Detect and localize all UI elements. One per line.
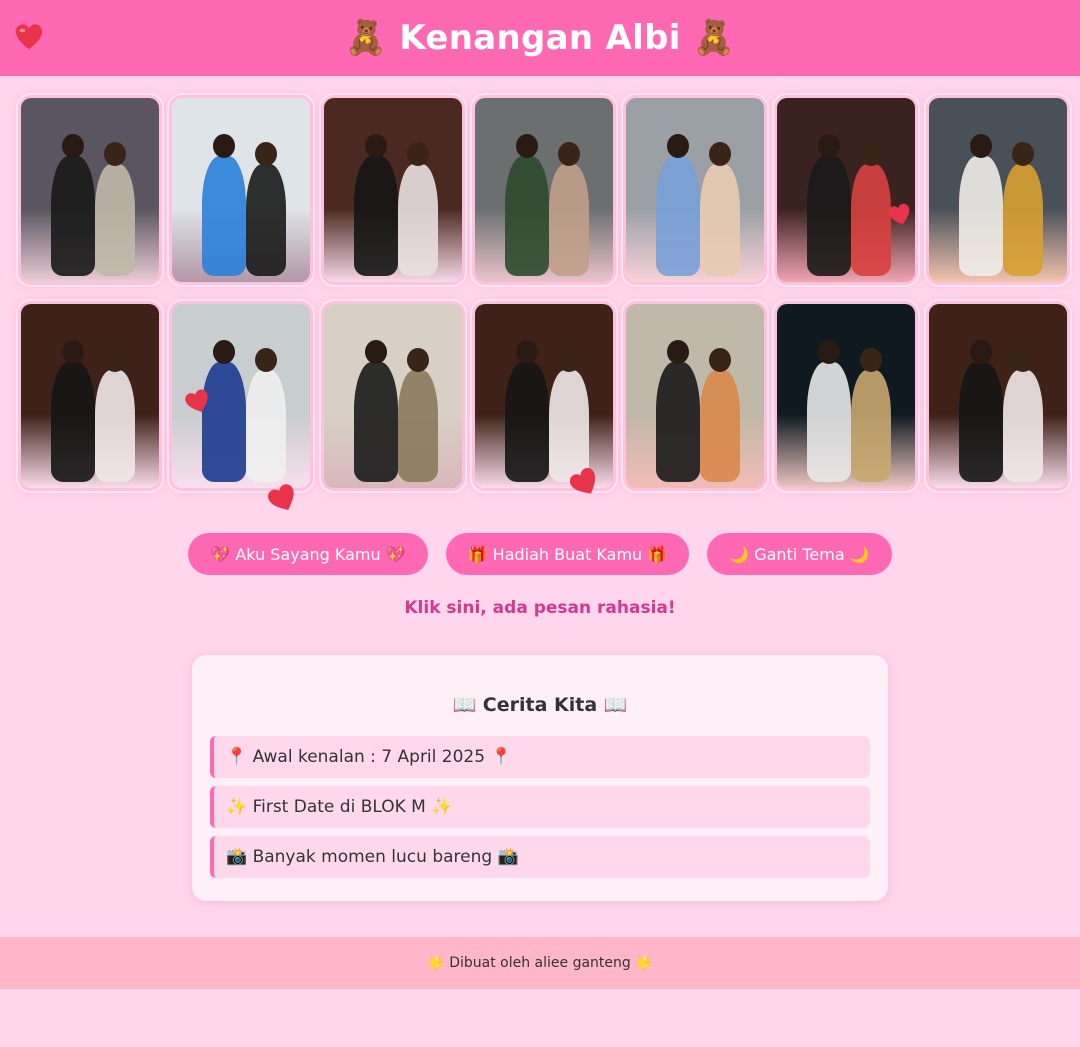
photo-figure-head bbox=[406, 348, 429, 372]
footer-text: 🌟 Dibuat oleh aliee ganteng 🌟 bbox=[427, 955, 653, 971]
photo-figure-head bbox=[667, 340, 690, 364]
photo-figure-head bbox=[364, 340, 387, 364]
photo-figure-head bbox=[557, 348, 580, 372]
photo-figure-head bbox=[515, 340, 538, 364]
gallery-photo[interactable] bbox=[172, 98, 311, 282]
floating-heart-icon bbox=[888, 203, 910, 225]
photo-figure bbox=[95, 164, 135, 276]
photo-figure-head bbox=[969, 340, 992, 364]
photo-figure bbox=[246, 370, 287, 482]
photo-figure bbox=[700, 370, 741, 482]
photo-figure-head bbox=[62, 134, 84, 158]
love-button[interactable]: 💖 Aku Sayang Kamu 💖 bbox=[188, 533, 428, 575]
photo-figure-head bbox=[62, 340, 84, 364]
action-buttons: 💖 Aku Sayang Kamu 💖 🎁 Hadiah Buat Kamu 🎁… bbox=[0, 533, 1080, 575]
gallery-photo[interactable] bbox=[323, 98, 462, 282]
theme-toggle-button[interactable]: 🌙 Ganti Tema 🌙 bbox=[707, 533, 892, 575]
photo-figure-head bbox=[255, 142, 278, 166]
photo-figure bbox=[202, 362, 247, 482]
photo-figure bbox=[656, 156, 701, 276]
photo-figure-head bbox=[213, 340, 236, 364]
photo-figure bbox=[958, 362, 1003, 482]
photo-gallery bbox=[21, 98, 1067, 488]
header-bar: 🧸 Kenangan Albi 🧸 bbox=[0, 0, 1080, 76]
story-title: 📖 Cerita Kita 📖 bbox=[452, 694, 628, 716]
photo-figure-head bbox=[860, 142, 883, 166]
story-item: 📸 Banyak momen lucu bareng 📸 bbox=[210, 836, 870, 878]
photo-figure bbox=[504, 362, 549, 482]
photo-figure-head bbox=[406, 142, 429, 166]
photo-figure bbox=[397, 164, 438, 276]
gallery-photo[interactable] bbox=[777, 304, 916, 488]
floating-heart-icon bbox=[268, 484, 294, 511]
gallery-photo[interactable] bbox=[928, 98, 1067, 282]
photo-figure-head bbox=[104, 142, 126, 166]
photo-figure bbox=[353, 362, 398, 482]
photo-figure-head bbox=[1011, 142, 1034, 166]
photo-figure bbox=[700, 164, 741, 276]
floating-heart-icon bbox=[185, 389, 208, 412]
photo-figure bbox=[548, 164, 589, 276]
gallery-photo[interactable] bbox=[474, 98, 613, 282]
story-item: ✨ First Date di BLOK M ✨ bbox=[210, 786, 870, 828]
floating-heart-icon bbox=[570, 468, 596, 494]
photo-figure bbox=[246, 164, 287, 276]
photo-figure-head bbox=[969, 134, 992, 158]
photo-figure-head bbox=[709, 142, 732, 166]
story-item: 📍 Awal kenalan : 7 April 2025 📍 bbox=[210, 736, 870, 778]
photo-figure bbox=[958, 156, 1003, 276]
photo-figure bbox=[51, 362, 95, 482]
page-title: 🧸 Kenangan Albi 🧸 bbox=[344, 18, 736, 58]
gallery-photo[interactable] bbox=[21, 98, 159, 282]
photo-figure-head bbox=[818, 134, 841, 158]
photo-figure-head bbox=[213, 134, 236, 158]
gallery-photo[interactable] bbox=[626, 304, 765, 488]
story-list: 📍 Awal kenalan : 7 April 2025 📍 ✨ First … bbox=[210, 736, 870, 886]
photo-figure bbox=[397, 370, 438, 482]
gallery-photo[interactable] bbox=[474, 304, 613, 488]
footer: 🌟 Dibuat oleh aliee ganteng 🌟 bbox=[0, 937, 1080, 989]
photo-figure bbox=[851, 370, 892, 482]
photo-figure-head bbox=[104, 348, 126, 372]
photo-figure bbox=[1002, 164, 1043, 276]
photo-figure bbox=[95, 370, 135, 482]
photo-figure bbox=[548, 370, 589, 482]
photo-figure-head bbox=[255, 348, 278, 372]
page: 🧸 Kenangan Albi 🧸 💖 Aku Sayang Kamu 💖 🎁 … bbox=[0, 0, 1080, 1047]
photo-figure-head bbox=[557, 142, 580, 166]
gallery-photo[interactable] bbox=[21, 304, 159, 488]
photo-figure bbox=[504, 156, 549, 276]
photo-figure-head bbox=[364, 134, 387, 158]
gallery-photo[interactable] bbox=[323, 304, 462, 488]
secret-message-link[interactable]: Klik sini, ada pesan rahasia! bbox=[0, 598, 1080, 618]
photo-figure-head bbox=[709, 348, 732, 372]
story-card: 📖 Cerita Kita 📖 📍 Awal kenalan : 7 April… bbox=[192, 655, 888, 901]
photo-figure-head bbox=[818, 340, 841, 364]
photo-figure bbox=[202, 156, 247, 276]
photo-figure bbox=[1002, 370, 1043, 482]
gallery-photo[interactable] bbox=[928, 304, 1067, 488]
photo-figure-head bbox=[667, 134, 690, 158]
photo-figure-head bbox=[515, 134, 538, 158]
gallery-photo[interactable] bbox=[626, 98, 765, 282]
photo-figure bbox=[51, 156, 95, 276]
photo-figure-head bbox=[860, 348, 883, 372]
photo-figure bbox=[656, 362, 701, 482]
photo-figure bbox=[851, 164, 892, 276]
heart-icon bbox=[15, 24, 43, 50]
photo-figure-head bbox=[1011, 348, 1034, 372]
photo-figure bbox=[807, 156, 852, 276]
photo-figure bbox=[353, 156, 398, 276]
gallery-photo[interactable] bbox=[777, 98, 916, 282]
gift-button[interactable]: 🎁 Hadiah Buat Kamu 🎁 bbox=[445, 533, 690, 575]
photo-figure bbox=[807, 362, 852, 482]
